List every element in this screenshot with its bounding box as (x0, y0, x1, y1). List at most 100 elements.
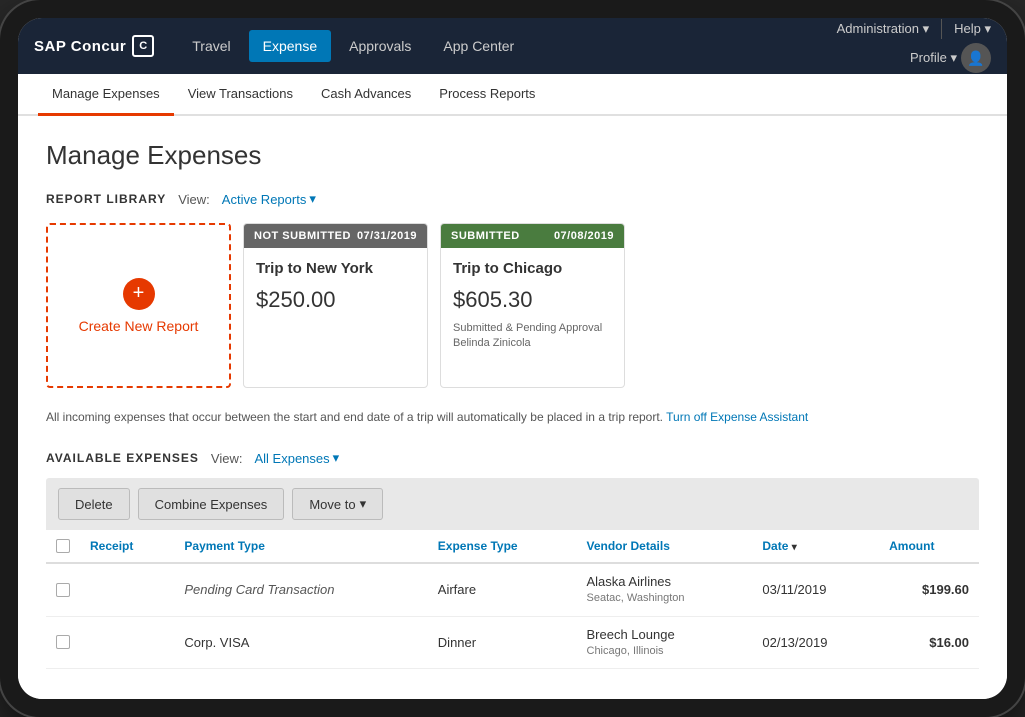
table-row: Corp. VISA Dinner Breech Lounge Chicago,… (46, 616, 979, 669)
trip-name-chicago: Trip to Chicago (453, 260, 612, 277)
nav-item-travel[interactable]: Travel (178, 30, 244, 62)
report-library-view-dropdown[interactable]: Active Reports ▾ (222, 191, 316, 207)
create-label: Create New Report (79, 318, 199, 334)
row1-vendor-info: Alaska Airlines Seatac, Washington (587, 573, 743, 607)
all-expenses-dropdown-icon: ▾ (333, 450, 340, 466)
th-payment-type[interactable]: Payment Type (174, 530, 427, 563)
submitted-date: 07/08/2019 (554, 230, 614, 242)
create-new-report-card[interactable]: + Create New Report (46, 223, 231, 388)
report-cards: + Create New Report NOT SUBMITTED 07/31/… (46, 223, 979, 388)
card-header-submitted: SUBMITTED 07/08/2019 (441, 224, 624, 248)
active-reports-label: Active Reports (222, 192, 307, 207)
submitted-status: SUBMITTED (451, 230, 520, 242)
logo-text: SAP Concur (34, 38, 126, 55)
row2-checkbox[interactable] (56, 635, 70, 649)
row1-checkbox-cell (46, 563, 80, 616)
action-buttons: Delete Combine Expenses Move to ▾ (46, 478, 979, 530)
th-receipt: Receipt (80, 530, 174, 563)
report-library-header: REPORT LIBRARY View: Active Reports ▾ (46, 191, 979, 207)
profile-link[interactable]: Profile ▾ (910, 50, 957, 66)
device-frame: SAP Concur C Travel Expense Approvals Ap… (0, 0, 1025, 717)
nav-top-section: Administration ▾ Help ▾ Profile ▾ 👤 (837, 19, 991, 73)
move-to-button[interactable]: Move to ▾ (292, 488, 383, 520)
device-screen: SAP Concur C Travel Expense Approvals Ap… (18, 18, 1007, 699)
row2-expense-type: Dinner (428, 616, 577, 669)
nav-item-expense[interactable]: Expense (249, 30, 331, 62)
delete-button[interactable]: Delete (58, 488, 130, 520)
logo-icon: C (132, 35, 154, 57)
nav-item-approvals[interactable]: Approvals (335, 30, 425, 62)
report-library-title: REPORT LIBRARY (46, 192, 166, 206)
report-card-chicago[interactable]: SUBMITTED 07/08/2019 Trip to Chicago $60… (440, 223, 625, 388)
th-date[interactable]: Date ▾ (752, 530, 879, 563)
bottom-right-row: Profile ▾ 👤 (910, 43, 991, 73)
card-body-chicago: Trip to Chicago $605.30 Submitted & Pend… (441, 248, 624, 387)
info-text: All incoming expenses that occur between… (46, 408, 979, 426)
row2-vendor-details: Breech Lounge Chicago, Illinois (577, 616, 753, 669)
sub-nav: Manage Expenses View Transactions Cash A… (18, 74, 1007, 116)
row1-vendor-details: Alaska Airlines Seatac, Washington (577, 563, 753, 616)
row2-vendor-sub: Chicago, Illinois (587, 644, 743, 659)
not-submitted-status: NOT SUBMITTED (254, 230, 351, 242)
admin-link[interactable]: Administration ▾ (837, 21, 930, 37)
row1-date: 03/11/2019 (752, 563, 879, 616)
move-to-dropdown-icon: ▾ (360, 496, 367, 512)
date-sort-icon: ▾ (792, 542, 797, 553)
page-title: Manage Expenses (46, 140, 979, 171)
nav-divider (941, 19, 942, 39)
row2-vendor-info: Breech Lounge Chicago, Illinois (587, 626, 743, 660)
row1-expense-type: Airfare (428, 563, 577, 616)
top-nav: SAP Concur C Travel Expense Approvals Ap… (18, 18, 1007, 74)
sub-nav-cash-advances[interactable]: Cash Advances (307, 74, 425, 116)
row1-payment-type: Pending Card Transaction (174, 563, 427, 616)
th-amount: Amount (879, 530, 979, 563)
move-to-label: Move to (309, 497, 355, 512)
amount-chicago: $605.30 (453, 287, 612, 313)
user-avatar: 👤 (961, 43, 991, 73)
sub-nav-process-reports[interactable]: Process Reports (425, 74, 549, 116)
combine-expenses-button[interactable]: Combine Expenses (138, 488, 285, 520)
th-expense-type: Expense Type (428, 530, 577, 563)
nav-item-app-center[interactable]: App Center (429, 30, 528, 62)
help-link[interactable]: Help ▾ (954, 21, 991, 37)
row2-receipt (80, 616, 174, 669)
top-right-row: Administration ▾ Help ▾ (837, 19, 991, 39)
not-submitted-date: 07/31/2019 (357, 230, 417, 242)
row2-amount: $16.00 (879, 616, 979, 669)
available-expenses-view-dropdown[interactable]: All Expenses ▾ (254, 450, 339, 466)
info-text-content: All incoming expenses that occur between… (46, 410, 663, 424)
all-expenses-label: All Expenses (254, 451, 329, 466)
row2-vendor-name: Breech Lounge (587, 626, 743, 644)
table-row: Pending Card Transaction Airfare Alaska … (46, 563, 979, 616)
row2-date: 02/13/2019 (752, 616, 879, 669)
amount-new-york: $250.00 (256, 287, 415, 313)
table-head: Receipt Payment Type Expense Type Vendor… (46, 530, 979, 563)
create-icon: + (123, 278, 155, 310)
select-all-checkbox[interactable] (56, 539, 70, 553)
sub-nav-manage-expenses[interactable]: Manage Expenses (38, 74, 174, 116)
report-library-view-label: View: (178, 192, 210, 207)
main-content: Manage Expenses REPORT LIBRARY View: Act… (18, 116, 1007, 699)
sub-nav-view-transactions[interactable]: View Transactions (174, 74, 307, 116)
available-expenses-header: AVAILABLE EXPENSES View: All Expenses ▾ (46, 450, 979, 466)
table-header-row: Receipt Payment Type Expense Type Vendor… (46, 530, 979, 563)
card-body-new-york: Trip to New York $250.00 (244, 248, 427, 387)
expense-table: Receipt Payment Type Expense Type Vendor… (46, 530, 979, 669)
nav-items: Travel Expense Approvals App Center (178, 30, 836, 62)
row1-vendor-name: Alaska Airlines (587, 573, 743, 591)
trip-name-new-york: Trip to New York (256, 260, 415, 277)
row1-receipt (80, 563, 174, 616)
card-status-text-chicago: Submitted & Pending ApprovalBelinda Zini… (453, 321, 612, 352)
card-header-not-submitted: NOT SUBMITTED 07/31/2019 (244, 224, 427, 248)
table-body: Pending Card Transaction Airfare Alaska … (46, 563, 979, 669)
row2-checkbox-cell (46, 616, 80, 669)
report-card-new-york[interactable]: NOT SUBMITTED 07/31/2019 Trip to New Yor… (243, 223, 428, 388)
row1-vendor-sub: Seatac, Washington (587, 591, 743, 606)
expense-assistant-link[interactable]: Turn off Expense Assistant (666, 410, 808, 424)
th-vendor-details: Vendor Details (577, 530, 753, 563)
row1-checkbox[interactable] (56, 583, 70, 597)
available-expenses-title: AVAILABLE EXPENSES (46, 451, 199, 465)
dropdown-arrow-icon: ▾ (309, 191, 316, 207)
available-expenses-view-label: View: (211, 451, 243, 466)
logo-area: SAP Concur C (34, 35, 154, 57)
